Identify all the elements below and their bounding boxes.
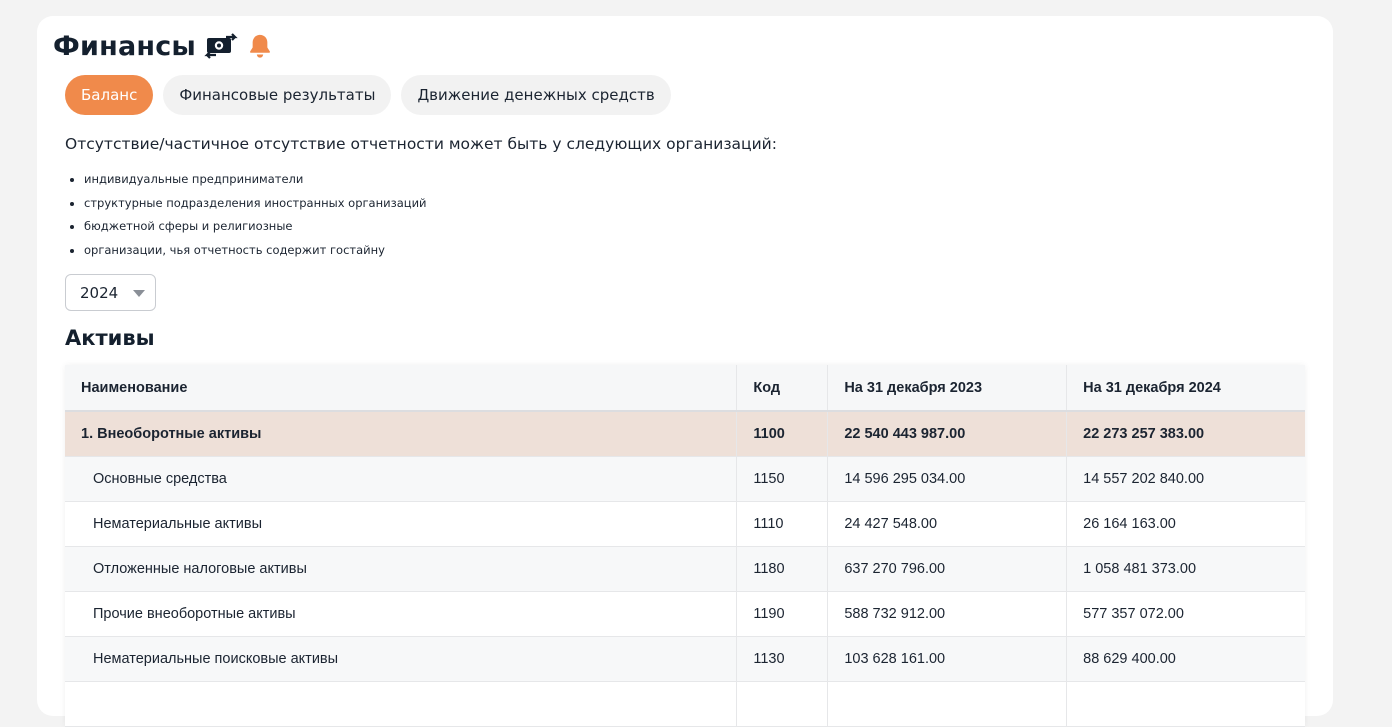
row-name: Основные средства <box>65 456 738 501</box>
row-name: 1. Внеоборотные активы <box>65 411 738 456</box>
money-exchange-icon <box>204 33 238 59</box>
list-item: организации, чья отчетность содержит гос… <box>84 241 427 265</box>
row-value-2024 <box>1067 681 1305 726</box>
year-select[interactable]: 2024 <box>65 274 156 311</box>
row-code <box>736 681 829 726</box>
column-header-2024: На 31 декабря 2024 <box>1083 379 1221 396</box>
row-code: 1130 <box>736 636 829 681</box>
row-name: Прочие внеоборотные активы <box>65 591 738 636</box>
tab-financial-results[interactable]: Финансовые результаты <box>163 75 392 115</box>
row-code: 1100 <box>736 411 829 456</box>
row-name: Нематериальные активы <box>65 501 738 546</box>
row-value-2023: 14 596 295 034.00 <box>827 456 1068 501</box>
assets-table: Наименование Код На 31 декабря 2023 На 3… <box>65 365 1305 727</box>
row-value-2023: 22 540 443 987.00 <box>827 411 1068 456</box>
row-value-2024: 26 164 163.00 <box>1083 515 1176 532</box>
table-row: Отложенные налоговые активы 1180 637 270… <box>65 546 1305 591</box>
reporting-notice: Отсутствие/частичное отсутствие отчетнос… <box>65 135 777 153</box>
row-value-2023 <box>827 681 1068 726</box>
table-header-row: Наименование Код На 31 декабря 2023 На 3… <box>65 365 1305 411</box>
title-row: Финансы <box>53 28 274 64</box>
row-value-2024: 1 058 481 373.00 <box>1083 560 1197 577</box>
table-row: Основные средства 1150 14 596 295 034.00… <box>65 456 1305 501</box>
table-row-group: 1. Внеоборотные активы 1100 22 540 443 9… <box>65 411 1305 456</box>
row-code: 1150 <box>736 456 829 501</box>
row-value-2024: 88 629 400.00 <box>1083 650 1176 667</box>
row-code: 1190 <box>736 591 829 636</box>
list-item: индивидуальные предприниматели <box>84 170 427 194</box>
column-header-name: Наименование <box>65 365 738 411</box>
table-row: Нематериальные активы 1110 24 427 548.00… <box>65 501 1305 546</box>
finance-card: Финансы Баланс Финансовые результаты Дви… <box>37 16 1333 726</box>
page-title: Финансы <box>53 30 197 62</box>
row-value-2023: 588 732 912.00 <box>827 591 1068 636</box>
row-name: Нематериальные поисковые активы <box>65 636 738 681</box>
tab-cash-flow[interactable]: Движение денежных средств <box>401 75 671 115</box>
column-header-2023: На 31 декабря 2023 <box>827 365 1068 411</box>
row-value-2023: 637 270 796.00 <box>827 546 1068 591</box>
row-value-2023: 24 427 548.00 <box>827 501 1068 546</box>
column-header-code: Код <box>736 365 829 411</box>
list-item: структурные подразделения иностранных ор… <box>84 194 427 218</box>
list-item: бюджетной сферы и религиозные <box>84 217 427 241</box>
table-row: Нематериальные поисковые активы 1130 103… <box>65 636 1305 681</box>
row-value-2024: 22 273 257 383.00 <box>1083 425 1205 442</box>
row-value-2024: 577 357 072.00 <box>1083 605 1184 622</box>
row-value-2024: 14 557 202 840.00 <box>1083 470 1205 487</box>
row-code: 1110 <box>736 501 829 546</box>
row-name: Отложенные налоговые активы <box>65 546 738 591</box>
bell-icon[interactable] <box>246 32 274 60</box>
notice-list: индивидуальные предприниматели структурн… <box>65 170 427 265</box>
table-row: Прочие внеоборотные активы 1190 588 732 … <box>65 591 1305 636</box>
report-tabs: Баланс Финансовые результаты Движение де… <box>65 75 671 115</box>
year-select-value: 2024 <box>80 283 119 302</box>
row-code: 1180 <box>736 546 829 591</box>
tab-balance[interactable]: Баланс <box>65 75 154 115</box>
assets-title: Активы <box>65 326 155 350</box>
row-value-2023: 103 628 161.00 <box>827 636 1068 681</box>
table-row <box>65 681 1305 726</box>
row-name <box>65 681 738 726</box>
chevron-down-icon <box>133 290 145 297</box>
